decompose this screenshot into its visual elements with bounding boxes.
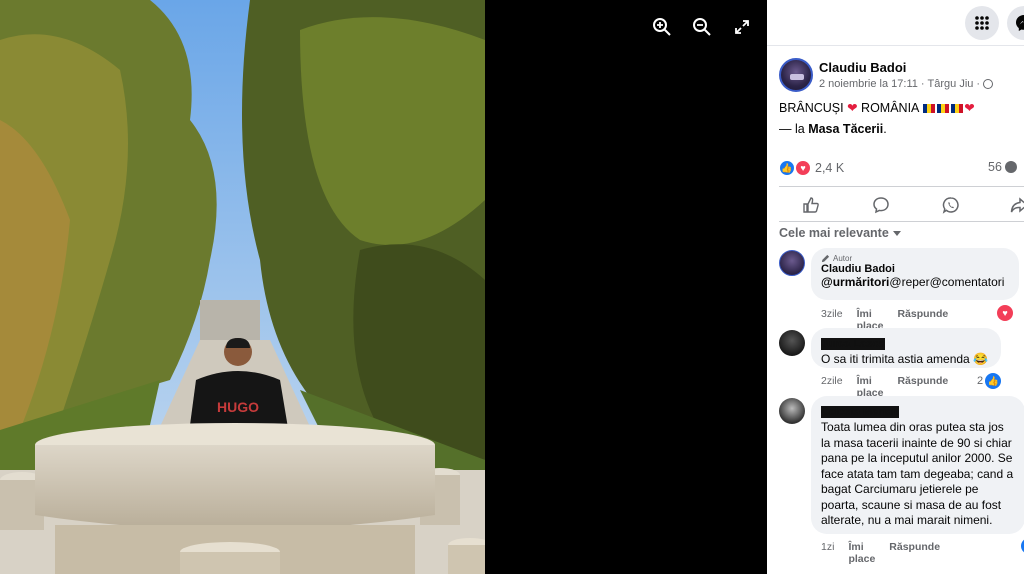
comment-like-button[interactable]: Îmi place: [848, 541, 875, 565]
comment-reactions[interactable]: 2 👍: [977, 373, 1002, 389]
love-reaction-icon[interactable]: ♥: [997, 305, 1013, 321]
caret-down-icon: [892, 230, 901, 236]
post-text: BRÂNCUȘI ❤ ROMÂNIA ❤ — la Masa Tăcerii.: [779, 98, 975, 140]
zoom-in-icon[interactable]: [649, 14, 675, 40]
comments-count[interactable]: 56: [988, 160, 1017, 174]
like-reaction-icon: 👍: [985, 373, 1002, 389]
heart-icon: ❤: [847, 101, 858, 115]
comments-filter-label: Cele mai relevante: [779, 226, 889, 240]
comment-text: Toata lumea din oras putea sta jos la ma…: [821, 420, 1014, 527]
comment-reply-button[interactable]: Răspunde: [889, 541, 940, 565]
whatsapp-share-button[interactable]: [941, 195, 961, 215]
author-avatar[interactable]: [779, 58, 813, 92]
comments-filter[interactable]: Cele mai relevante: [779, 226, 901, 240]
commenter-name[interactable]: Jurca Lasca: [821, 338, 885, 350]
comment-text: O sa iti trimita astia amenda 😂: [821, 352, 988, 366]
love-reaction-icon: ♥: [795, 160, 811, 176]
reactions-summary[interactable]: 👍 ♥ 2,4 K: [779, 160, 844, 176]
top-bar: [767, 0, 1024, 46]
post-line-2: — la Masa Tăcerii.: [779, 119, 975, 140]
comment-bubble-icon: [1004, 161, 1017, 173]
author-badge-label: Autor: [833, 254, 853, 263]
post-place-link[interactable]: Masa Tăcerii: [808, 122, 883, 136]
commenter-name[interactable]: Claudiu Badoi: [821, 263, 1009, 275]
post-date[interactable]: 2 noiembrie la 17:11: [819, 78, 918, 90]
photo-viewer-page: HUGO Claudiu Badoi 2 noiembrie la 17:11 …: [0, 0, 1024, 574]
comment-time[interactable]: 1zi: [821, 541, 834, 565]
viewer-toolbar: [649, 14, 755, 40]
commenter-avatar[interactable]: [779, 250, 805, 276]
post-text-brancusi: BRÂNCUȘI: [779, 101, 844, 115]
romania-flag-icon: [923, 104, 936, 113]
meta-separator: ·: [920, 78, 925, 90]
comment-text: @urmăritori@reper@comentatori: [821, 275, 1009, 291]
post-location[interactable]: Târgu Jiu: [928, 78, 974, 90]
meta-separator-2: ·: [976, 78, 981, 90]
commenter-name[interactable]: Celesta Marian: [821, 406, 899, 418]
post-at-prefix: — la: [779, 122, 805, 136]
share-icon: [1010, 197, 1024, 213]
like-reaction-icon: 👍: [779, 160, 795, 176]
romania-flag-icon: [951, 104, 964, 113]
post-line2-suffix: .: [883, 122, 887, 136]
comment-reaction-count: 2: [977, 375, 984, 387]
reaction-count: 2,4 K: [815, 161, 845, 175]
commenter-avatar[interactable]: [779, 330, 805, 356]
heart-icon: ❤: [964, 101, 975, 115]
share-button[interactable]: [1009, 195, 1024, 215]
post-panel: Claudiu Badoi 2 noiembrie la 17:11 · Târ…: [767, 0, 1024, 574]
fullscreen-icon[interactable]: [729, 14, 755, 40]
post-text-romania: ROMÂNIA: [861, 101, 919, 115]
comment-icon: [873, 197, 889, 214]
commenter-avatar[interactable]: [779, 398, 805, 424]
comment-bubble: Autor Claudiu Badoi @urmăritori@reper@co…: [811, 248, 1019, 300]
menu-grid-icon[interactable]: [965, 6, 999, 40]
comment-text-rest: @reper@comentatori: [889, 275, 1005, 289]
post-header: [779, 58, 813, 92]
zoom-out-icon[interactable]: [689, 14, 715, 40]
globe-icon: [983, 79, 994, 89]
romania-flag-icon: [937, 104, 950, 113]
post-line-1: BRÂNCUȘI ❤ ROMÂNIA ❤: [779, 98, 975, 119]
mention-link[interactable]: @urmăritori: [821, 275, 889, 289]
post-photo[interactable]: HUGO: [0, 0, 485, 574]
author-name[interactable]: Claudiu Badoi: [819, 60, 906, 75]
author-badge: Autor: [821, 254, 1009, 263]
comment-actions: 1zi Îmi place Răspunde: [821, 541, 940, 565]
svg-text:HUGO: HUGO: [217, 399, 259, 415]
comment-bubble: Jurca Lasca O sa iti trimita astia amend…: [811, 328, 1001, 368]
post-action-bar: [779, 186, 1024, 222]
photo-viewer: HUGO: [0, 0, 767, 574]
comment-bubble: Celesta Marian Toata lumea din oras pute…: [811, 396, 1024, 534]
pencil-icon: [821, 254, 830, 263]
messenger-icon[interactable]: [1007, 6, 1024, 40]
whatsapp-icon: [942, 197, 959, 214]
post-meta: 2 noiembrie la 17:11 · Târgu Jiu ·: [819, 78, 994, 90]
thumbs-up-icon: [803, 197, 819, 213]
like-button[interactable]: [801, 195, 821, 215]
comment-count-value: 56: [988, 160, 1002, 174]
comment-button[interactable]: [871, 195, 891, 215]
